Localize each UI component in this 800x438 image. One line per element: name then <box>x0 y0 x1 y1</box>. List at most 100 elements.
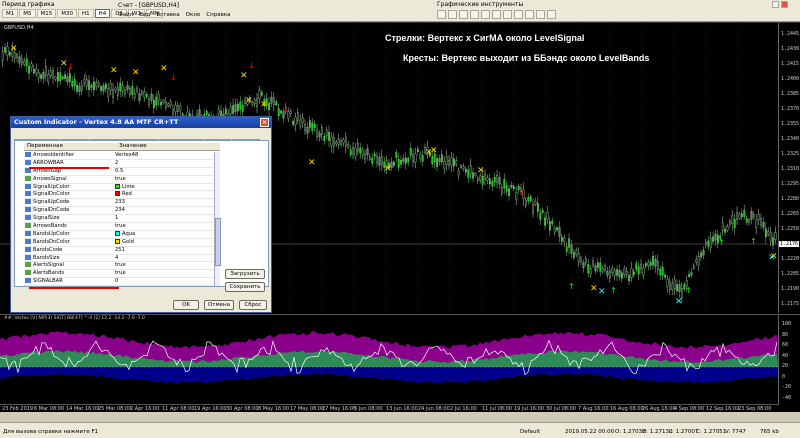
candle <box>556 227 559 231</box>
param-row[interactable]: SignalUpCode 233 <box>24 199 220 208</box>
indicator-window[interactable]: ##: Vertex [V] NIP(3) SIGT] BB[47] ^-4 (… <box>0 314 800 405</box>
crosshair-icon[interactable] <box>448 10 457 19</box>
param-value[interactable]: Aqua <box>122 231 135 237</box>
candle <box>349 149 352 156</box>
param-value[interactable]: 4 <box>115 255 118 261</box>
param-row[interactable]: BandsSize 4 <box>24 254 220 263</box>
band-cross-marker: ✕ <box>477 166 485 176</box>
candle <box>676 284 679 291</box>
param-value[interactable]: 233 <box>115 199 125 205</box>
timeframe-h4[interactable]: H4 <box>94 9 111 18</box>
param-row[interactable]: SignalDnColor Red <box>24 191 220 200</box>
timeframe-h1[interactable]: H1 <box>78 9 94 18</box>
param-value[interactable]: 1 <box>115 215 118 221</box>
param-value[interactable]: 234 <box>115 207 125 213</box>
timeframe-m1[interactable]: M1 <box>2 9 19 18</box>
load-button[interactable]: Загрузить <box>225 269 265 279</box>
candle <box>167 103 170 107</box>
save-params-button[interactable]: Сохранить <box>225 282 265 292</box>
menu-view[interactable]: Вид <box>139 12 150 18</box>
candle <box>477 177 479 181</box>
trendline-icon[interactable] <box>481 10 490 19</box>
param-row[interactable]: SignalUpColor Lime <box>24 183 220 192</box>
close-icon[interactable] <box>781 1 788 8</box>
timeframe-m30[interactable]: M30 <box>57 9 77 18</box>
menu-insert[interactable]: Вставка <box>156 12 179 18</box>
param-value[interactable]: true <box>115 270 126 276</box>
param-value[interactable]: Lime <box>122 184 135 190</box>
param-row[interactable]: ArrowsSignal true <box>24 175 220 184</box>
candle <box>587 264 590 274</box>
ok-button[interactable]: OK <box>173 300 199 310</box>
param-row[interactable]: SIGNALBAR 0 <box>24 278 220 286</box>
candle <box>450 157 453 166</box>
param-row[interactable]: SignalSize 1 <box>24 215 220 224</box>
param-value[interactable]: true <box>115 176 126 182</box>
candle <box>172 109 174 115</box>
candle <box>741 213 743 217</box>
param-value[interactable]: Vertex48 <box>115 152 138 158</box>
timeframe-m5[interactable]: M5 <box>19 9 36 18</box>
candle <box>474 173 477 176</box>
param-row[interactable]: AlertsBands true <box>24 270 220 279</box>
dialog-close-icon[interactable]: × <box>260 118 269 127</box>
candle <box>762 222 765 228</box>
cursor-icon[interactable] <box>437 10 446 19</box>
candle <box>409 147 412 156</box>
signal-down-arrow: ↓ <box>532 196 539 205</box>
vertical-line-icon[interactable] <box>459 10 468 19</box>
timeframe-m15[interactable]: M15 <box>36 9 57 18</box>
candle <box>239 101 242 110</box>
horizontal-line-icon[interactable] <box>470 10 479 19</box>
param-value[interactable]: 2 <box>115 160 118 166</box>
candle <box>769 232 772 242</box>
param-row[interactable]: AlertsSignal true <box>24 262 220 271</box>
candle <box>496 175 498 183</box>
menu-window[interactable]: Окно <box>186 12 201 18</box>
menu-file[interactable]: Файл <box>118 12 133 18</box>
scroll-thumb[interactable] <box>215 218 221 266</box>
param-name: BandsDnColor <box>33 238 70 245</box>
param-row[interactable]: BandsDnColor Gold <box>24 238 220 247</box>
param-value[interactable]: true <box>115 223 126 229</box>
candle <box>256 98 258 108</box>
param-value[interactable]: 0.5 <box>115 168 123 174</box>
menu-help[interactable]: Справка <box>206 12 230 18</box>
param-value[interactable]: 251 <box>115 247 125 253</box>
params-scrollbar[interactable] <box>214 152 221 286</box>
price-scale: 1.2445 1.2430 1.2415 1.2400 1.2385 1.2370 1.23… <box>778 23 800 313</box>
cancel-button[interactable]: Отмена <box>204 300 234 310</box>
period-panel-title: Период графика <box>2 1 55 8</box>
channel-icon[interactable] <box>492 10 501 19</box>
label-icon[interactable] <box>525 10 534 19</box>
candle <box>224 108 227 115</box>
price-tick: 1.2325 <box>781 151 800 157</box>
param-value[interactable]: 0 <box>115 278 118 284</box>
param-row[interactable]: ArrowsBands true <box>24 223 220 231</box>
param-value[interactable]: true <box>115 262 126 268</box>
candle <box>599 262 602 272</box>
candle <box>258 90 261 99</box>
param-value[interactable]: Gold <box>122 239 134 245</box>
param-name: BandsSize <box>33 254 60 261</box>
fibo-icon[interactable] <box>503 10 512 19</box>
param-row[interactable]: BandsUpColor Aqua <box>24 230 220 239</box>
candle <box>57 72 59 82</box>
minimize-icon[interactable] <box>772 1 779 8</box>
param-type-icon <box>25 183 31 189</box>
arrow-tool-icon[interactable] <box>536 10 545 19</box>
price-tick: 1.2340 <box>781 136 800 142</box>
param-row[interactable]: BandsCode 251 <box>24 246 220 255</box>
color-swatch <box>115 230 120 236</box>
candle <box>594 265 597 272</box>
param-value[interactable]: Red <box>122 191 132 197</box>
param-row[interactable]: SignalDnCode 234 <box>24 207 220 216</box>
candle <box>645 263 647 267</box>
status-low: L: 1.27007 <box>669 429 699 435</box>
text-icon[interactable] <box>514 10 523 19</box>
candle <box>45 66 47 76</box>
shapes-icon[interactable] <box>547 10 556 19</box>
price-tick: 1.2430 <box>781 46 800 52</box>
param-row[interactable]: ArrowsIdentifier Vertex48 <box>24 152 220 160</box>
reset-button[interactable]: Сброс <box>239 300 267 310</box>
